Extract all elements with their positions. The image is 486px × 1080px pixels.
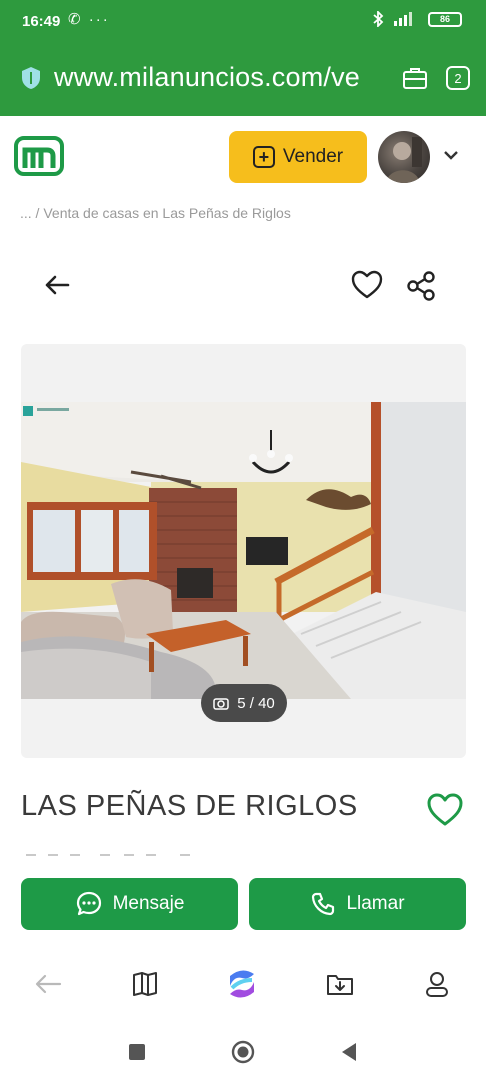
milanuncios-logo-icon[interactable] xyxy=(14,136,64,176)
call-button-label: Llamar xyxy=(346,893,405,914)
tab-count-button[interactable]: 2 xyxy=(446,66,470,90)
book-icon xyxy=(133,972,157,996)
recent-apps-icon xyxy=(129,1044,145,1060)
home-icon xyxy=(231,1040,255,1064)
avatar[interactable] xyxy=(378,131,430,183)
share-icon[interactable] xyxy=(405,270,437,302)
status-time: 16:49 xyxy=(22,13,61,30)
back-arrow-icon[interactable] xyxy=(42,270,72,300)
listing-photo[interactable] xyxy=(21,402,466,699)
photo-counter: 5 / 40 xyxy=(201,684,287,722)
nav-profile-button[interactable] xyxy=(417,964,457,1004)
system-back-button[interactable] xyxy=(335,1038,363,1066)
photo-counter-text: 5 / 40 xyxy=(237,694,275,712)
camera-icon xyxy=(213,698,229,710)
favorite-heart-icon[interactable] xyxy=(351,270,383,300)
phone-icon xyxy=(312,892,335,916)
back-icon xyxy=(35,974,62,994)
listing-title: LAS PEÑAS DE RIGLOS xyxy=(21,790,358,822)
nav-back-button[interactable] xyxy=(28,964,68,1004)
plus-square-icon: + xyxy=(252,146,275,168)
signal-icon xyxy=(394,12,412,26)
message-button[interactable]: Mensaje xyxy=(21,878,238,930)
browser-bottom-nav xyxy=(0,950,486,1020)
chat-bubble-icon xyxy=(76,891,101,916)
system-nav-bar xyxy=(0,1026,486,1080)
chevron-down-icon[interactable] xyxy=(442,148,460,162)
avatar-photo xyxy=(386,137,422,183)
browser-logo-icon xyxy=(230,970,254,998)
briefcase-icon[interactable] xyxy=(402,66,428,90)
sell-button[interactable]: + Vender xyxy=(229,131,367,183)
call-button[interactable]: Llamar xyxy=(249,878,466,930)
download-folder-icon xyxy=(327,975,353,995)
status-right-icons: 86 xyxy=(372,11,462,27)
nav-browser-home-button[interactable] xyxy=(222,964,262,1004)
home-button[interactable] xyxy=(229,1038,257,1066)
favorite-heart-icon-green[interactable] xyxy=(426,792,464,828)
living-room-image xyxy=(21,402,466,699)
recent-apps-button[interactable] xyxy=(123,1038,151,1066)
url-text[interactable]: www.milanuncios.com/ve xyxy=(54,62,360,93)
nav-bookmarks-button[interactable] xyxy=(125,964,165,1004)
breadcrumb[interactable]: ... / Venta de casas en Las Peñas de Rig… xyxy=(20,205,291,221)
sell-button-label: Vender xyxy=(282,146,344,167)
notification-icons: ✆ ··· xyxy=(68,11,110,28)
browser-top-bar: 16:49 ✆ ··· 86 www.milanuncios.com/ve 2 xyxy=(0,0,486,116)
shield-icon xyxy=(22,67,40,89)
profile-icon xyxy=(426,972,448,997)
status-bar: 16:49 ✆ ··· 86 xyxy=(0,0,486,44)
page: 16:49 ✆ ··· 86 www.milanuncios.com/ve 2 xyxy=(0,0,486,1080)
battery-icon: 86 xyxy=(428,11,462,27)
url-bar[interactable]: www.milanuncios.com/ve 2 xyxy=(0,58,486,100)
nav-downloads-button[interactable] xyxy=(320,964,360,1004)
back-triangle-icon xyxy=(342,1043,356,1061)
faded-subtitle-placeholder xyxy=(26,854,190,856)
bluetooth-icon xyxy=(373,11,384,27)
message-button-label: Mensaje xyxy=(112,893,185,914)
